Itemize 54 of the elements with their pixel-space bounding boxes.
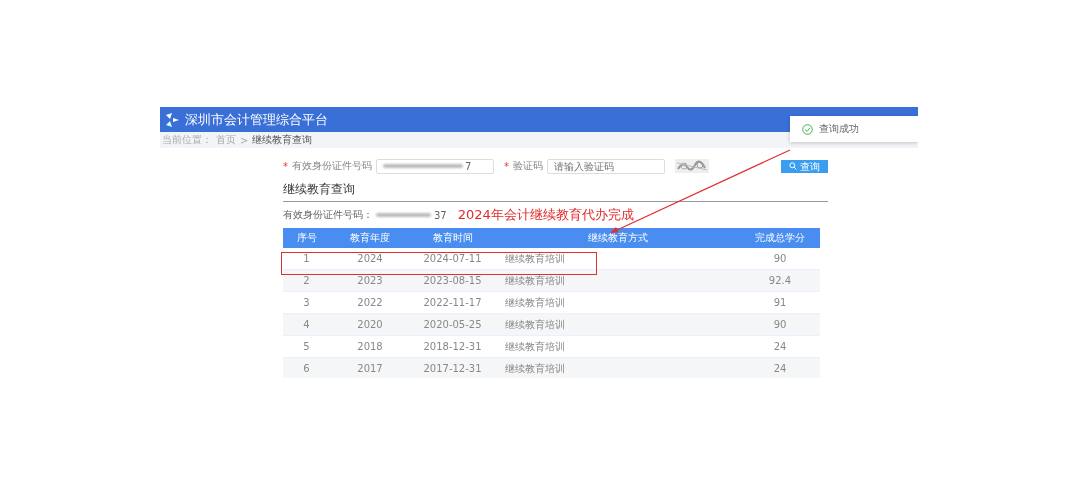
breadcrumb-separator: >	[240, 134, 249, 146]
table-cell: 91	[740, 291, 820, 314]
table-cell: 2024	[330, 248, 410, 270]
column-header: 教育年度	[330, 228, 410, 248]
annotation-text: 2024年会计继续教育代办完成	[457, 206, 634, 224]
table-cell: 继续教育培训	[495, 357, 740, 378]
search-icon	[789, 162, 797, 170]
column-header: 继续教育方式	[495, 228, 740, 248]
id-value: 37	[434, 209, 447, 221]
table-cell: 6	[283, 357, 330, 378]
table-cell: 5	[283, 335, 330, 358]
table-cell: 24	[740, 357, 820, 378]
table-cell: 2022-11-17	[410, 291, 495, 314]
column-header: 序号	[283, 228, 330, 248]
table-cell: 1	[283, 248, 330, 270]
table-cell: 继续教育培训	[495, 291, 740, 314]
table-cell: 4	[283, 313, 330, 336]
table-cell: 2023	[330, 269, 410, 292]
check-icon	[802, 123, 813, 135]
field-label: 有效身份证件号码	[292, 159, 372, 173]
table-cell: 2022	[330, 291, 410, 314]
table-cell: 2020-05-25	[410, 313, 495, 336]
captcha-field[interactable]: 请输入验证码	[547, 158, 665, 174]
table-cell: 24	[740, 335, 820, 358]
table-cell: 2018-12-31	[410, 335, 495, 358]
section-title: 继续教育查询	[283, 181, 828, 202]
site-title: 深圳市会计管理综合平台	[185, 110, 328, 129]
table-cell: 继续教育培训	[495, 335, 740, 358]
table-cell: 继续教育培训	[495, 248, 740, 270]
redacted-bar	[376, 213, 431, 217]
table-cell: 2020	[330, 313, 410, 336]
column-header: 完成总学分	[740, 228, 820, 248]
table-cell: 3	[283, 291, 330, 314]
table-cell: 2023-08-15	[410, 269, 495, 292]
table-cell: 2018	[330, 335, 410, 358]
table-cell: 2017	[330, 357, 410, 378]
table-cell: 2024-07-11	[410, 248, 495, 270]
breadcrumb-label: 当前位置：	[162, 133, 212, 147]
id-number-field[interactable]: 7	[376, 158, 494, 174]
table-cell: 90	[740, 248, 820, 270]
breadcrumb-link[interactable]: 继续教育查询	[252, 133, 313, 147]
table-cell: 2017-12-31	[410, 357, 495, 378]
required-mark: *	[283, 160, 288, 172]
id-label: 有效身份证件号码：	[283, 208, 373, 222]
field-label: 验证码	[513, 159, 543, 173]
required-mark: *	[504, 160, 509, 172]
table-cell: 90	[740, 313, 820, 336]
table-cell: 2	[283, 269, 330, 292]
toast-message: 查询成功	[790, 116, 918, 142]
table-cell: 继续教育培训	[495, 269, 740, 292]
table-cell: 继续教育培训	[495, 313, 740, 336]
table-cell: 92.4	[740, 269, 820, 292]
column-header: 教育时间	[410, 228, 495, 248]
logo-icon	[164, 111, 180, 128]
